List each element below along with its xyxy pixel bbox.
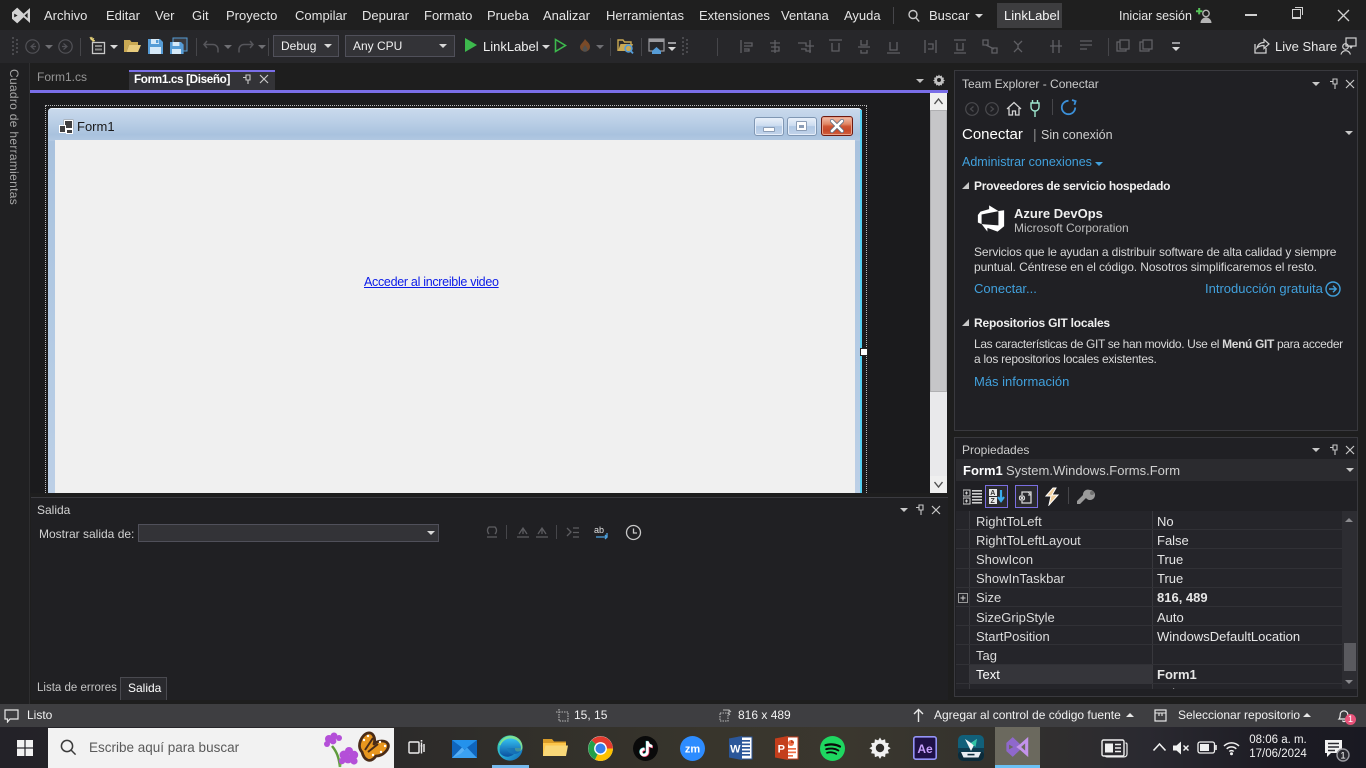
svg-text:P: P: [778, 744, 785, 756]
svg-text:Ae: Ae: [917, 742, 933, 756]
svg-text:W: W: [730, 744, 741, 756]
svg-text:A: A: [990, 490, 995, 497]
svg-text:Z: Z: [991, 498, 996, 505]
svg-text:1: 1: [1340, 751, 1345, 762]
svg-text:ab: ab: [594, 525, 604, 535]
svg-text:zm: zm: [685, 744, 701, 756]
